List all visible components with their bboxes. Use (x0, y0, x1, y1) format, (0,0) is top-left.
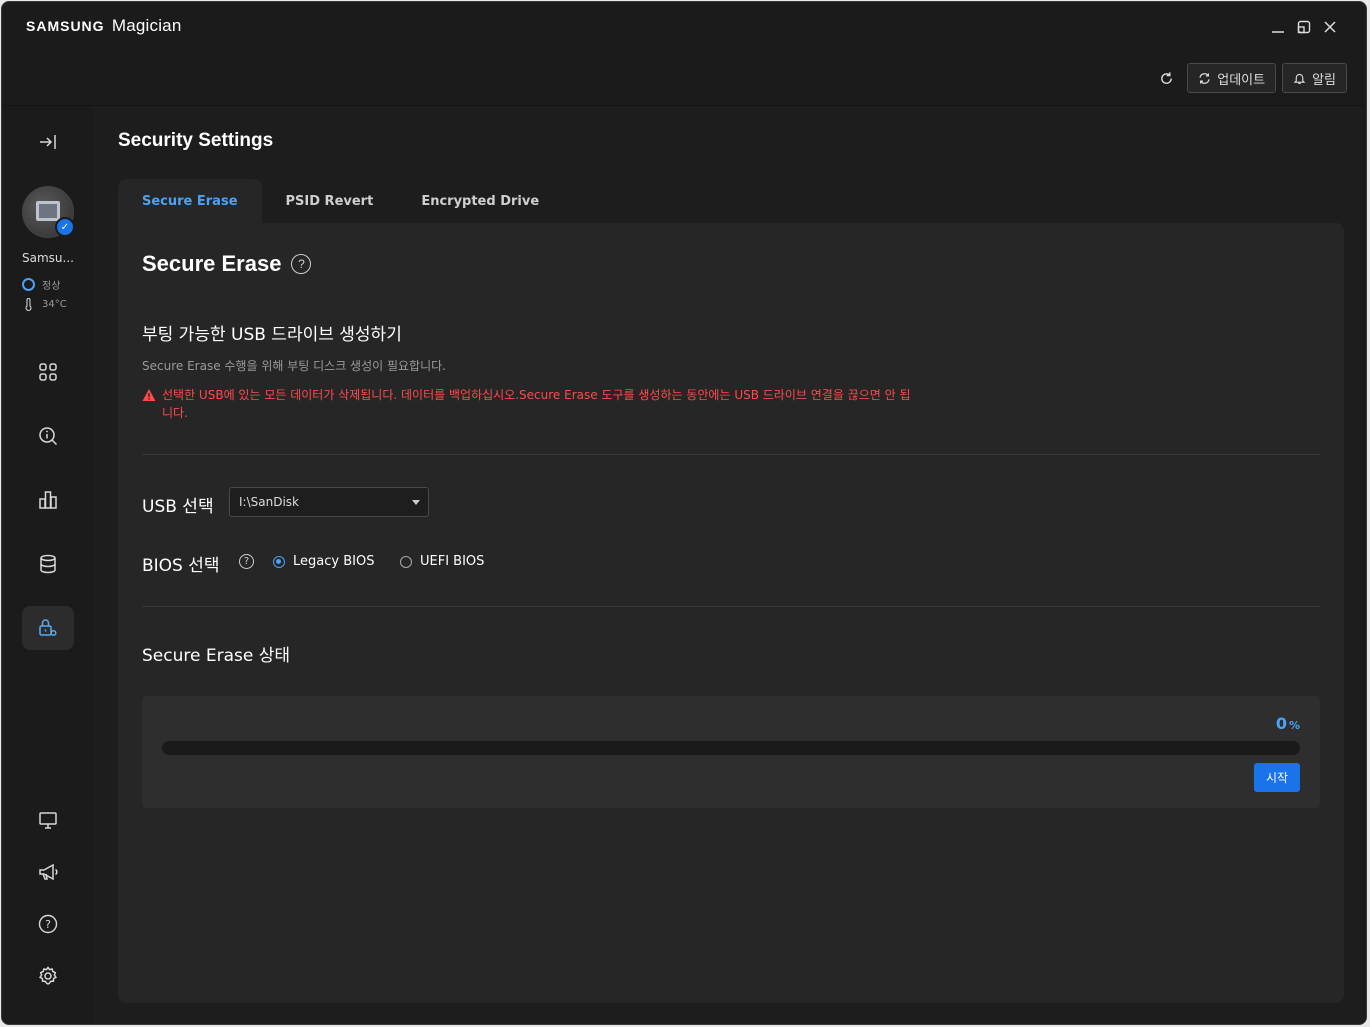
bios-help-icon[interactable]: ? (239, 554, 254, 569)
top-actions: 업데이트 알림 (1151, 63, 1347, 93)
sidebar-item-notice[interactable] (22, 850, 74, 894)
health-ring-icon (22, 278, 35, 291)
database-icon (40, 554, 56, 574)
title-bar: SAMSUNG Magician 업데이트 알림 (2, 2, 1366, 106)
alert-button[interactable]: 알림 (1282, 63, 1347, 93)
app-logo: SAMSUNG Magician (26, 16, 182, 36)
page-title: Security Settings (118, 130, 274, 151)
check-icon: ✓ (55, 217, 75, 237)
radio-legacy-bios[interactable]: Legacy BIOS (273, 554, 374, 569)
divider (142, 454, 1320, 455)
progress-unit: % (1288, 719, 1300, 732)
grid-icon (39, 363, 57, 381)
progress-percent: 0% (1276, 714, 1300, 733)
brand-magician: Magician (111, 16, 182, 35)
usb-select-label: USB 선택 (142, 497, 214, 517)
help-icon: ? (38, 914, 58, 934)
usb-select-dropdown[interactable]: I:\SanDisk (229, 487, 429, 517)
svg-text:?: ? (45, 918, 51, 931)
status-title: Secure Erase 상태 (142, 646, 290, 666)
brand-samsung: SAMSUNG (26, 18, 105, 34)
sidebar-item-security[interactable] (22, 606, 74, 650)
uefi-bios-label: UEFI BIOS (420, 554, 485, 569)
close-button[interactable] (1319, 16, 1341, 38)
main-content: Security Settings Secure Erase PSID Reve… (94, 106, 1366, 1024)
warning-text: 선택한 USB에 있는 모든 데이터가 삭제됩니다. 데이터를 백업하십시오.S… (162, 388, 911, 420)
radio-uefi-bios[interactable]: UEFI BIOS (400, 554, 484, 569)
sidebar-item-diagnostics[interactable] (22, 414, 74, 458)
sync-icon (1199, 72, 1210, 84)
temperature-label: 34°C (42, 299, 67, 310)
start-button[interactable]: 시작 (1254, 763, 1300, 792)
search-info-icon (39, 427, 58, 446)
minimize-icon (1272, 31, 1284, 33)
close-icon (1324, 21, 1336, 33)
expand-icon (40, 135, 56, 149)
monitor-icon (39, 812, 57, 829)
app-window: SAMSUNG Magician 업데이트 알림 ✓ Samsu... 정상 3… (1, 1, 1367, 1025)
tab-psid-revert[interactable]: PSID Revert (262, 179, 398, 223)
progress-value: 0 (1275, 714, 1287, 733)
warning-icon (142, 389, 156, 401)
restore-button[interactable] (1293, 16, 1315, 38)
section-title-text: Secure Erase (142, 251, 282, 276)
sidebar-item-benchmark[interactable] (22, 478, 74, 522)
section-title: Secure Erase ? (142, 251, 312, 277)
device-health: 정상 (22, 277, 60, 292)
sidebar-item-data-management[interactable] (22, 542, 74, 586)
sidebar-item-settings[interactable] (22, 954, 74, 998)
update-button[interactable]: 업데이트 (1187, 63, 1277, 93)
lock-gear-icon (39, 619, 57, 637)
usb-creation-description: Secure Erase 수행을 위해 부팅 디스크 생성이 필요합니다. (142, 359, 446, 373)
tab-secure-erase[interactable]: Secure Erase (118, 179, 262, 223)
minimize-button[interactable] (1267, 16, 1289, 38)
radio-unselected-icon (400, 555, 412, 568)
sidebar-item-help[interactable]: ? (22, 902, 74, 946)
thermometer-icon (25, 298, 32, 311)
status-box: 0% 시작 (142, 696, 1320, 808)
warning-message: 선택한 USB에 있는 모든 데이터가 삭제됩니다. 데이터를 백업하십시오.S… (142, 386, 912, 422)
bell-icon (1293, 73, 1306, 84)
ssd-icon (36, 201, 60, 221)
bar-chart-icon (39, 491, 57, 509)
health-label: 정상 (42, 281, 61, 292)
window-edge (1363, 2, 1366, 1024)
update-label: 업데이트 (1217, 72, 1266, 88)
sidebar: ✓ Samsu... 정상 34°C ? (2, 106, 94, 1024)
sidebar-item-dashboard[interactable] (22, 350, 74, 394)
tab-encrypted-drive[interactable]: Encrypted Drive (397, 179, 563, 223)
radio-selected-icon (273, 555, 285, 568)
secure-erase-panel: Secure Erase ? 부팅 가능한 USB 드라이브 생성하기 Secu… (118, 223, 1344, 1003)
chevron-down-icon (412, 500, 420, 505)
device-temperature: 34°C (22, 298, 67, 311)
megaphone-icon (39, 863, 58, 881)
legacy-bios-label: Legacy BIOS (293, 554, 375, 569)
tab-bar: Secure Erase PSID Revert Encrypted Drive (118, 179, 563, 223)
bios-select-label: BIOS 선택 (142, 556, 220, 576)
refresh-icon (1160, 71, 1172, 84)
usb-selected-value: I:\SanDisk (239, 495, 299, 509)
usb-creation-title: 부팅 가능한 USB 드라이브 생성하기 (142, 325, 402, 345)
gear-icon (39, 966, 57, 985)
alert-label: 알림 (1312, 72, 1336, 88)
progress-bar (162, 741, 1300, 755)
device-avatar[interactable]: ✓ (22, 186, 75, 238)
device-name: Samsu... (22, 251, 74, 265)
expand-sidebar-button[interactable] (22, 120, 74, 164)
sidebar-item-display[interactable] (22, 798, 74, 842)
refresh-button[interactable] (1151, 63, 1181, 93)
restore-icon (1297, 20, 1311, 34)
divider (142, 606, 1320, 607)
help-icon[interactable]: ? (291, 254, 312, 274)
